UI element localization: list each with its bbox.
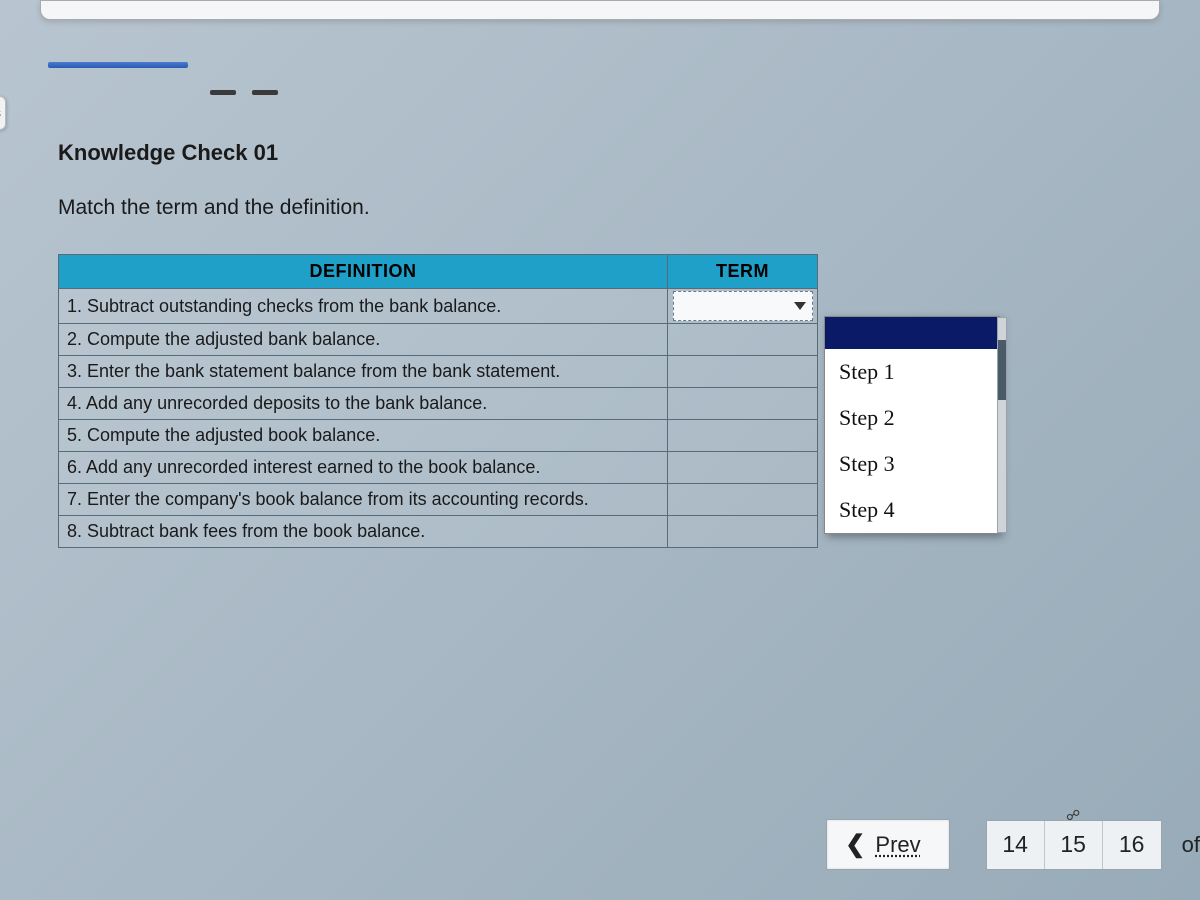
left-panel-tab[interactable]: s [0, 96, 6, 130]
term-dropdown-listbox[interactable]: Step 1 Step 2 Step 3 Step 4 [824, 316, 1000, 534]
dropdown-option-step-2[interactable]: Step 2 [825, 395, 999, 441]
page-number-group: 14 ☍ 15 16 [986, 820, 1162, 870]
term-cell [668, 356, 818, 388]
dropdown-option-step-3[interactable]: Step 3 [825, 441, 999, 487]
of-label: of [1162, 832, 1200, 858]
page-14[interactable]: 14 [987, 821, 1045, 869]
pagination-footer: ❮ Prev 14 ☍ 15 16 of [826, 819, 1200, 870]
table-row: 6. Add any unrecorded interest earned to… [59, 452, 818, 484]
page-15[interactable]: ☍ 15 [1045, 821, 1103, 869]
term-dropdown-row-1[interactable] [673, 291, 813, 321]
matching-table: DEFINITION TERM 1. Subtract outstanding … [58, 254, 818, 548]
table-row: 4. Add any unrecorded deposits to the ba… [59, 388, 818, 420]
page-15-label: 15 [1060, 831, 1086, 858]
term-header: TERM [668, 255, 818, 289]
term-cell [668, 516, 818, 548]
chevron-down-icon [794, 302, 806, 310]
term-cell [668, 420, 818, 452]
definition-cell: 7. Enter the company's book balance from… [59, 484, 668, 516]
dropdown-option-step-4[interactable]: Step 4 [825, 487, 999, 533]
term-cell [668, 289, 818, 324]
table-row: 1. Subtract outstanding checks from the … [59, 289, 818, 324]
question-instruction: Match the term and the definition. [58, 196, 1140, 220]
prev-label: Prev [875, 832, 920, 858]
table-row: 3. Enter the bank statement balance from… [59, 356, 818, 388]
knowledge-check-title: Knowledge Check 01 [58, 140, 1140, 166]
chevron-left-icon: ❮ [845, 830, 865, 859]
definition-cell: 5. Compute the adjusted book balance. [59, 420, 668, 452]
definition-cell: 4. Add any unrecorded deposits to the ba… [59, 388, 668, 420]
definition-header: DEFINITION [59, 255, 668, 289]
definition-cell: 6. Add any unrecorded interest earned to… [59, 452, 668, 484]
term-cell [668, 388, 818, 420]
term-cell [668, 452, 818, 484]
table-row: 2. Compute the adjusted bank balance. [59, 324, 818, 356]
definition-cell: 3. Enter the bank statement balance from… [59, 356, 668, 388]
dropdown-option-blank[interactable] [825, 317, 999, 349]
definition-cell: 8. Subtract bank fees from the book bala… [59, 516, 668, 548]
definition-cell: 1. Subtract outstanding checks from the … [59, 289, 668, 324]
scrollbar-thumb[interactable] [998, 340, 1006, 400]
dropdown-option-step-1[interactable]: Step 1 [825, 349, 999, 395]
decorative-dashes [210, 90, 278, 95]
term-cell [668, 484, 818, 516]
progress-bar-fragment [48, 62, 188, 68]
table-row: 7. Enter the company's book balance from… [59, 484, 818, 516]
term-cell [668, 324, 818, 356]
link-icon: ☍ [1066, 807, 1080, 824]
window-chrome-fragment [40, 0, 1160, 20]
dropdown-scrollbar[interactable] [997, 317, 1007, 533]
table-row: 8. Subtract bank fees from the book bala… [59, 516, 818, 548]
left-tab-char: s [0, 106, 1, 120]
prev-button[interactable]: ❮ Prev [826, 819, 949, 870]
table-row: 5. Compute the adjusted book balance. [59, 420, 818, 452]
definition-cell: 2. Compute the adjusted bank balance. [59, 324, 668, 356]
page-16[interactable]: 16 [1103, 821, 1161, 869]
